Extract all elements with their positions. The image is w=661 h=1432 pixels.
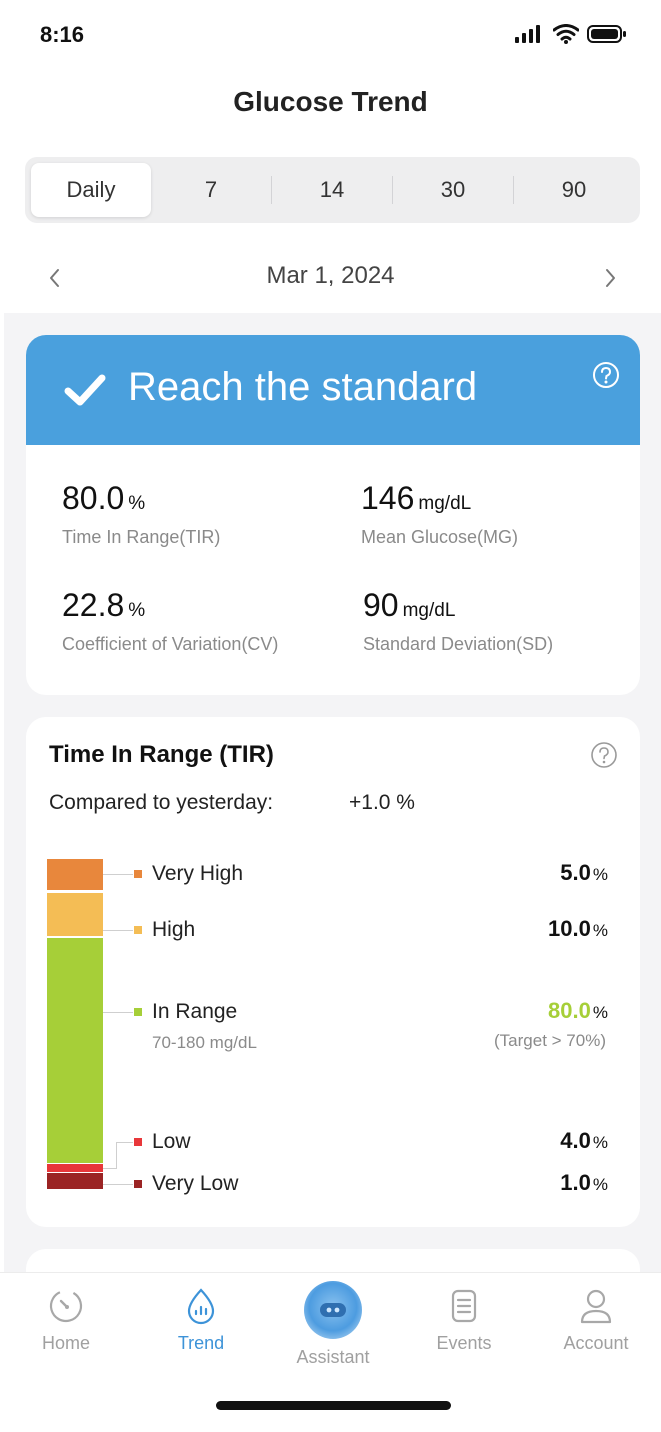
help-icon[interactable] bbox=[592, 361, 620, 389]
row-sub-in-range: 70-180 mg/dL bbox=[152, 1033, 257, 1052]
bar-very-high bbox=[47, 859, 103, 890]
row-value-unit: % bbox=[592, 1175, 608, 1194]
row-label-low: Low bbox=[152, 1130, 191, 1153]
metric-label: Time In Range(TIR) bbox=[62, 527, 221, 547]
tab-label: Home bbox=[41, 1333, 90, 1353]
summary-card: Reach the standard 80.0% Time In Range(T… bbox=[26, 335, 640, 695]
row-label-high: High bbox=[152, 918, 196, 941]
battery-icon bbox=[587, 25, 626, 43]
metric-tir: 80.0% Time In Range(TIR) bbox=[62, 480, 220, 548]
events-icon bbox=[451, 1289, 477, 1323]
tir-card: Time In Range (TIR) Compared to yesterda… bbox=[26, 717, 640, 1227]
row-value-very-high: 5.0% bbox=[560, 860, 608, 886]
tab-label: Events bbox=[436, 1333, 492, 1353]
segment-90[interactable]: 90 bbox=[514, 163, 634, 217]
row-value-number: 5.0 bbox=[560, 860, 591, 885]
wifi-icon bbox=[553, 24, 579, 44]
legend-dot-in-range bbox=[134, 1008, 142, 1016]
summary-status-title: Reach the standard bbox=[128, 365, 478, 409]
legend-dot-very-low bbox=[134, 1180, 142, 1188]
metric-label: Mean Glucose(MG) bbox=[361, 527, 519, 547]
metric-cv: 22.8% Coefficient of Variation(CV) bbox=[62, 587, 278, 655]
tir-title: Time In Range (TIR) bbox=[49, 741, 274, 768]
status-time: 8:16 bbox=[40, 22, 85, 47]
metric-unit: % bbox=[128, 493, 146, 514]
leader-line bbox=[103, 1184, 133, 1185]
compare-value: +1.0 % bbox=[349, 791, 415, 814]
row-value-unit: % bbox=[592, 1003, 608, 1022]
row-label-very-high: Very High bbox=[152, 862, 244, 885]
tab-account[interactable]: Account bbox=[541, 1287, 651, 1354]
tab-label: Trend bbox=[177, 1333, 225, 1353]
help-icon[interactable] bbox=[590, 741, 618, 769]
metric-value: 22.8 bbox=[62, 587, 125, 623]
leader-line bbox=[103, 930, 133, 931]
tab-assistant[interactable]: Assistant bbox=[278, 1281, 388, 1368]
row-value-high: 10.0% bbox=[548, 916, 608, 942]
row-value-unit: % bbox=[592, 865, 608, 884]
compare-label: Compared to yesterday: bbox=[49, 791, 274, 814]
trend-drop-icon bbox=[187, 1288, 215, 1325]
metric-label: Standard Deviation(SD) bbox=[363, 634, 554, 654]
home-indicator bbox=[216, 1401, 451, 1410]
row-label-very-low: Very Low bbox=[152, 1172, 239, 1195]
bar-high bbox=[47, 893, 103, 936]
metric-value: 80.0 bbox=[62, 480, 125, 516]
current-date: Mar 1, 2024 bbox=[266, 262, 395, 289]
row-value-number: 4.0 bbox=[560, 1128, 591, 1153]
metric-value: 90 bbox=[363, 587, 399, 623]
row-value-very-low: 1.0% bbox=[560, 1170, 608, 1196]
summary-header: Reach the standard bbox=[26, 335, 640, 445]
row-label-in-range: In Range bbox=[152, 1000, 238, 1023]
metric-value: 146 bbox=[361, 480, 415, 516]
legend-dot-low bbox=[134, 1138, 142, 1146]
row-value-unit: % bbox=[592, 1133, 608, 1152]
metric-sd: 90 mg/dL Standard Deviation(SD) bbox=[363, 587, 553, 655]
row-value-number: 80.0 bbox=[548, 998, 591, 1023]
segment-daily[interactable]: Daily bbox=[31, 163, 151, 217]
home-dial-icon bbox=[49, 1289, 83, 1323]
status-icons bbox=[515, 24, 627, 44]
date-navigator: Mar 1, 2024 bbox=[0, 250, 661, 302]
metric-mean-glucose: 146 mg/dL Mean Glucose(MG) bbox=[361, 480, 518, 548]
tab-events[interactable]: Events bbox=[409, 1287, 519, 1354]
row-value-in-range: 80.0% bbox=[548, 998, 608, 1024]
row-value-unit: % bbox=[592, 921, 608, 940]
row-value-number: 10.0 bbox=[548, 916, 591, 941]
leader-line bbox=[103, 1168, 117, 1169]
segment-30[interactable]: 30 bbox=[393, 163, 513, 217]
legend-dot-high bbox=[134, 926, 142, 934]
legend-dot-very-high bbox=[134, 870, 142, 878]
page-title: Glucose Trend bbox=[233, 86, 428, 117]
leader-line bbox=[116, 1142, 117, 1169]
leader-line bbox=[103, 1012, 133, 1013]
tab-label: Account bbox=[563, 1333, 629, 1353]
bar-very-low bbox=[47, 1173, 103, 1189]
metric-unit: mg/dL bbox=[402, 600, 456, 621]
tab-label: Assistant bbox=[296, 1347, 370, 1367]
next-date-button[interactable] bbox=[591, 258, 631, 298]
status-bar: 8:16 bbox=[0, 0, 661, 70]
metric-unit: % bbox=[128, 600, 146, 621]
tab-home[interactable]: Home bbox=[11, 1287, 121, 1354]
checkmark-icon bbox=[64, 374, 106, 406]
assistant-icon bbox=[304, 1281, 362, 1339]
account-icon bbox=[580, 1289, 612, 1324]
tab-trend[interactable]: Trend bbox=[146, 1287, 256, 1354]
assistant-face-icon bbox=[320, 1303, 346, 1317]
chevron-right-icon bbox=[606, 269, 615, 287]
range-segmented-control: Daily 7 14 30 90 bbox=[25, 157, 640, 223]
leader-line bbox=[103, 874, 133, 875]
segment-14[interactable]: 14 bbox=[272, 163, 392, 217]
metric-label: Coefficient of Variation(CV) bbox=[62, 634, 279, 654]
row-value-low: 4.0% bbox=[560, 1128, 608, 1154]
bar-in-range bbox=[47, 938, 103, 1163]
leader-line bbox=[116, 1142, 133, 1143]
bar-low bbox=[47, 1164, 103, 1172]
signal-icon bbox=[515, 25, 540, 43]
row-target-in-range: (Target > 70%) bbox=[494, 1031, 606, 1050]
metric-unit: mg/dL bbox=[418, 493, 472, 514]
segment-7[interactable]: 7 bbox=[151, 163, 271, 217]
row-value-number: 1.0 bbox=[560, 1170, 591, 1195]
